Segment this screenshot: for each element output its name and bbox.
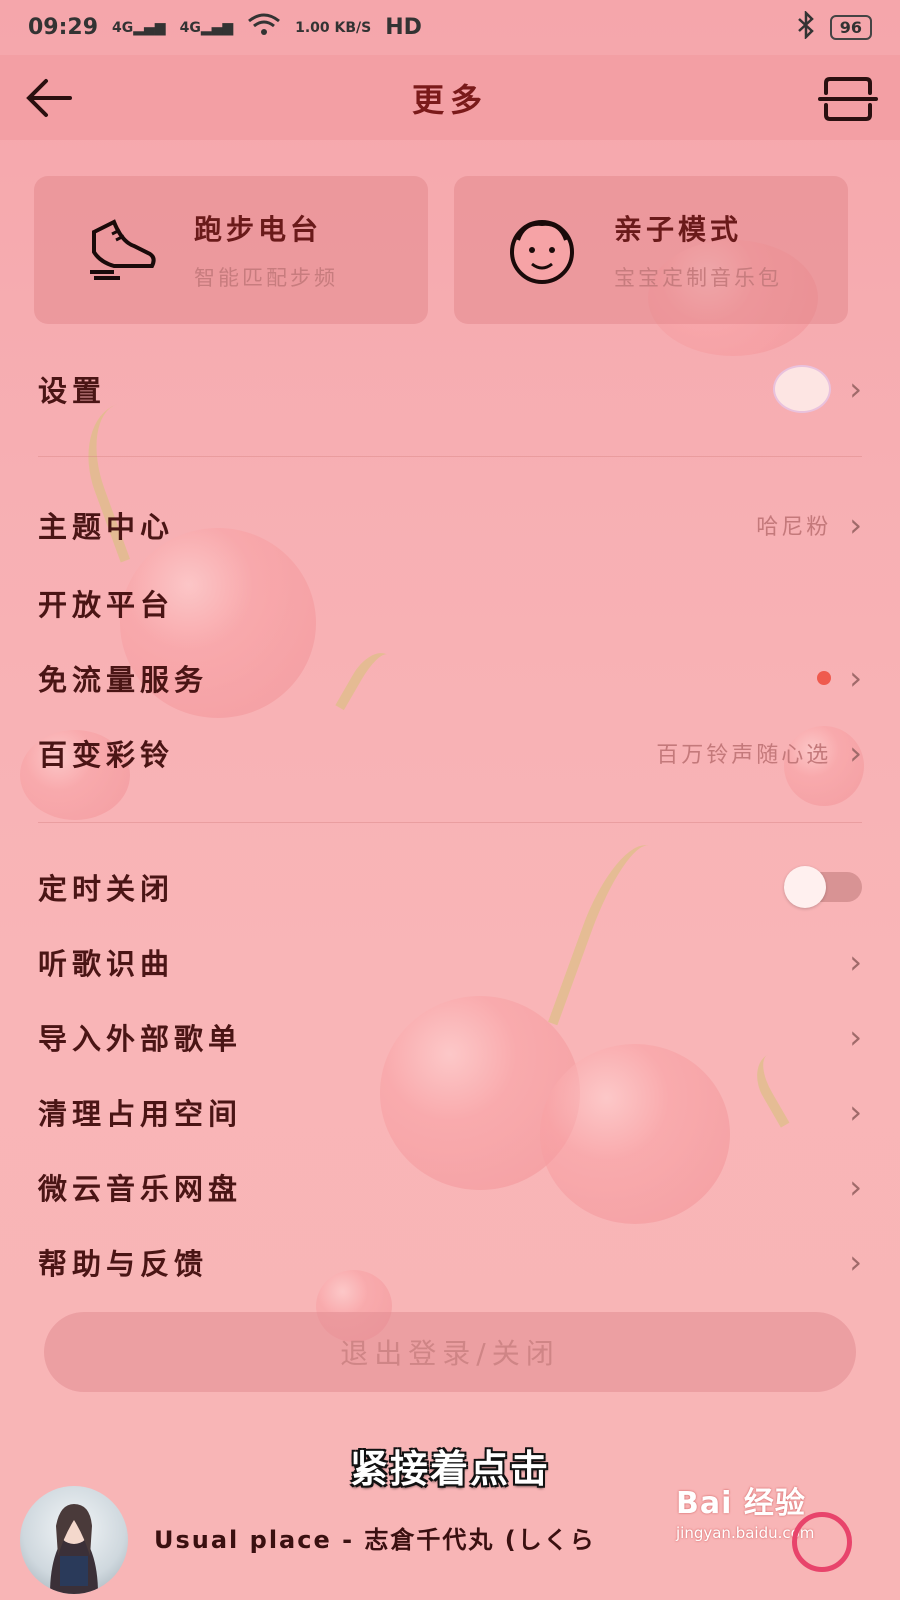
- album-cover[interactable]: [20, 1486, 128, 1594]
- song-recognition-row[interactable]: 听歌识曲 ›: [0, 927, 900, 997]
- running-radio-card[interactable]: 跑步电台 智能匹配步频: [34, 176, 428, 324]
- parent-child-mode-card[interactable]: 亲子模式 宝宝定制音乐包: [454, 176, 848, 324]
- weiyun-drive-row[interactable]: 微云音乐网盘 ›: [0, 1152, 900, 1222]
- help-feedback-row[interactable]: 帮助与反馈 ›: [0, 1227, 900, 1297]
- chevron-right-icon: ›: [849, 943, 862, 981]
- row-value: 百万铃声随心选: [656, 743, 832, 768]
- chevron-right-icon: ›: [849, 734, 862, 772]
- scan-icon[interactable]: [818, 75, 878, 123]
- hd-badge: HD: [385, 15, 422, 40]
- row-label: 开放平台: [38, 588, 175, 622]
- divider: [38, 822, 862, 823]
- row-label: 帮助与反馈: [38, 1247, 209, 1281]
- page-title: 更多: [411, 80, 488, 119]
- mini-player[interactable]: Usual place - 志倉千代丸 (しくら Bai 经验 jingyan.…: [0, 1472, 900, 1600]
- battery-indicator: 96: [829, 15, 872, 40]
- chevron-right-icon: ›: [849, 1093, 862, 1131]
- theme-center-row[interactable]: 主题中心 哈尼粉 ›: [0, 490, 900, 560]
- logout-label: 退出登录/关闭: [340, 1337, 560, 1370]
- timer-close-toggle[interactable]: [784, 866, 862, 908]
- back-arrow-icon[interactable]: [22, 73, 78, 123]
- logout-button[interactable]: 退出登录/关闭: [44, 1312, 856, 1392]
- chevron-right-icon: ›: [849, 506, 862, 544]
- row-label: 免流量服务: [38, 663, 209, 697]
- signal-4g-2: 4G▂▄▆: [179, 19, 234, 36]
- clear-storage-row[interactable]: 清理占用空间 ›: [0, 1077, 900, 1147]
- touch-indicator: [773, 365, 832, 413]
- row-label: 百变彩铃: [38, 738, 175, 772]
- running-shoe-icon: [84, 212, 160, 288]
- open-platform-row[interactable]: 开放平台: [0, 568, 900, 638]
- card-subtitle: 宝宝定制音乐包: [614, 266, 782, 290]
- card-title: 跑步电台: [194, 213, 323, 246]
- row-label: 主题中心: [38, 510, 175, 544]
- notification-dot: [817, 671, 832, 685]
- row-label: 设置: [38, 374, 107, 408]
- baby-face-icon: [504, 212, 580, 288]
- divider: [38, 456, 862, 457]
- free-data-service-row[interactable]: 免流量服务 ›: [0, 643, 900, 713]
- chevron-right-icon: ›: [849, 1018, 862, 1056]
- row-value: 哈尼粉: [756, 515, 832, 540]
- wifi-icon: [247, 12, 281, 44]
- row-label: 微云音乐网盘: [38, 1172, 243, 1206]
- ringtone-row[interactable]: 百变彩铃 百万铃声随心选 ›: [0, 718, 900, 788]
- import-playlist-row[interactable]: 导入外部歌单 ›: [0, 1002, 900, 1072]
- signal-4g-1: 4G▂▄▆: [112, 19, 166, 36]
- play-button[interactable]: [792, 1512, 852, 1572]
- row-label: 听歌识曲: [38, 947, 175, 981]
- card-subtitle: 智能匹配步频: [194, 266, 338, 290]
- network-speed: 1.00 KB/S: [295, 19, 372, 36]
- chevron-right-icon: ›: [849, 370, 862, 408]
- clock: 09:29: [28, 15, 99, 40]
- bluetooth-icon: [796, 9, 816, 45]
- card-title: 亲子模式: [614, 213, 743, 246]
- row-label: 清理占用空间: [38, 1097, 243, 1131]
- settings-row[interactable]: 设置 ›: [0, 354, 900, 424]
- chevron-right-icon: ›: [849, 1168, 862, 1206]
- row-label: 定时关闭: [38, 872, 175, 906]
- timer-close-row: 定时关闭: [0, 852, 900, 922]
- chevron-right-icon: ›: [849, 1243, 862, 1281]
- chevron-right-icon: ›: [849, 659, 862, 697]
- status-bar: 09:29 4G▂▄▆ 4G▂▄▆ 1.00 KB/S HD 96: [0, 0, 900, 55]
- row-label: 导入外部歌单: [38, 1022, 243, 1056]
- top-bar: 更多: [0, 55, 900, 140]
- song-title: Usual place - 志倉千代丸 (しくら: [154, 1526, 596, 1554]
